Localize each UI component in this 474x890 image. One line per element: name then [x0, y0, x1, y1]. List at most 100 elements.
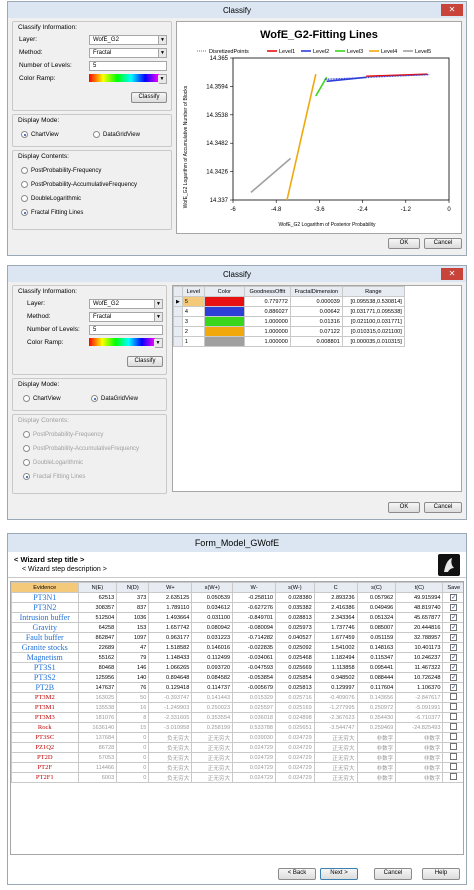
save-cell[interactable] [442, 742, 463, 753]
value-cell[interactable]: 0.025597 [232, 702, 277, 713]
value-cell[interactable]: 正无穷大 [191, 752, 234, 763]
grid-column-header[interactable]: GoodnessOffit [243, 286, 291, 297]
value-cell[interactable]: 负无穷大 [148, 762, 193, 773]
value-cell[interactable]: 非数字 [395, 742, 444, 753]
save-cell[interactable] [442, 772, 463, 783]
table-row[interactable]: 1 1.000000 0.008801 [0.000035,0.010315] [173, 336, 405, 347]
value-cell[interactable]: 0 [116, 732, 150, 743]
value-cell[interactable]: 0.024898 [275, 712, 315, 723]
table-row[interactable]: PT3SC 137684 0 负无穷大 正无穷大 0.039030 0.024729 正无穷大… [11, 732, 463, 743]
value-cell[interactable]: 0.028813 [275, 612, 315, 623]
layer-select[interactable]: WofE_G2 ▼ [89, 35, 167, 45]
value-cell[interactable]: 47 [116, 642, 150, 653]
table-row[interactable]: ▶ 5 0.779772 0.000039 [0.095538,0.530814] [173, 296, 405, 307]
evidence-cell[interactable]: PT3SC [11, 732, 79, 743]
color-cell[interactable] [203, 326, 245, 337]
table-row[interactable]: 3 1.000000 0.01316 [0.021100,0.031771] [173, 316, 405, 327]
column-header[interactable]: W+ [148, 582, 193, 593]
value-cell[interactable]: 50 [116, 692, 150, 703]
value-cell[interactable]: 1036 [116, 612, 150, 623]
evidence-cell[interactable]: Magnetism [11, 652, 79, 663]
column-header[interactable]: s(W+) [191, 582, 234, 593]
evidence-cell[interactable]: PZ1Q2 [11, 742, 79, 753]
value-cell[interactable]: 64258 [77, 622, 118, 633]
chevron-down-icon[interactable]: ▼ [154, 300, 162, 308]
table-row[interactable]: PT3N1 62513 373 2.635125 0.050539 -0.258110 0.… [11, 592, 463, 603]
value-cell[interactable]: 1.148433 [148, 652, 193, 663]
evidence-cell[interactable]: PT2F [11, 762, 79, 773]
value-cell[interactable]: 0.025651 [275, 722, 315, 733]
value-cell[interactable]: 80468 [77, 662, 118, 673]
column-header[interactable]: N(D) [116, 582, 150, 593]
save-cell[interactable] [442, 702, 463, 713]
column-header[interactable]: s(C) [356, 582, 397, 593]
table-row[interactable]: 4 0.886027 0.00642 [0.031771,0.095538] [173, 306, 405, 317]
table-row[interactable]: PT3S2 125956 140 0.894648 0.084582 -0.053854 0… [11, 672, 463, 683]
value-cell[interactable]: 0.354430 [356, 712, 397, 723]
value-cell[interactable]: 0.095441 [356, 662, 397, 673]
value-cell[interactable]: 正无穷大 [313, 732, 358, 743]
value-cell[interactable]: 0 [116, 742, 150, 753]
value-cell[interactable]: 181076 [77, 712, 118, 723]
value-cell[interactable]: 45.657877 [395, 612, 444, 623]
fractal-cell[interactable]: 0.008801 [289, 336, 343, 347]
value-cell[interactable]: 135538 [77, 702, 118, 713]
color-ramp-select[interactable] [89, 338, 155, 346]
value-cell[interactable]: 正无穷大 [191, 732, 234, 743]
table-row[interactable]: PZ1Q2 86728 0 负无穷大 正无穷大 0.024729 0.024729 正无穷大非… [11, 742, 463, 753]
fractal-cell[interactable]: 0.00642 [289, 306, 343, 317]
value-cell[interactable]: 0.031100 [191, 612, 234, 623]
close-button[interactable]: ✕ [441, 268, 463, 280]
value-cell[interactable]: 1.677459 [313, 632, 358, 643]
value-cell[interactable]: 0.088444 [356, 672, 397, 683]
evidence-cell[interactable]: PT3N1 [11, 592, 79, 603]
goodness-cell[interactable]: 0.779772 [243, 296, 291, 307]
close-button[interactable]: ✕ [441, 4, 463, 16]
classify-button[interactable]: Classify [131, 92, 167, 103]
save-checkbox[interactable]: ✓ [450, 614, 458, 621]
value-cell[interactable]: 非数字 [395, 732, 444, 743]
column-header[interactable]: Evidence [11, 582, 79, 593]
value-cell[interactable]: -0.627276 [232, 602, 277, 613]
value-cell[interactable]: 0 [116, 772, 150, 783]
table-row[interactable]: Rock 1636140 15 -3.010958 0.258199 0.533788 0.… [11, 722, 463, 733]
range-cell[interactable]: [0.031771,0.095538] [341, 306, 405, 317]
value-cell[interactable]: 非数字 [356, 752, 397, 763]
value-cell[interactable]: 正无穷大 [313, 742, 358, 753]
save-checkbox[interactable]: ✓ [450, 664, 458, 671]
value-cell[interactable]: 0.024729 [275, 742, 315, 753]
level-cell[interactable]: 4 [181, 306, 205, 317]
column-header[interactable]: W- [232, 582, 277, 593]
value-cell[interactable]: 147637 [77, 682, 118, 693]
value-cell[interactable]: 0.143656 [356, 692, 397, 703]
value-cell[interactable]: 0.894648 [148, 672, 193, 683]
table-row[interactable]: PT3M2 163025 50 -0.393747 0.141443 0.015329 0.… [11, 692, 463, 703]
value-cell[interactable]: -0.034061 [232, 652, 277, 663]
save-cell[interactable] [442, 752, 463, 763]
value-cell[interactable]: 0.025716 [275, 692, 315, 703]
goodness-cell[interactable]: 1.000000 [243, 316, 291, 327]
method-select[interactable]: Fractal ▼ [89, 312, 163, 322]
value-cell[interactable]: 0.051159 [356, 632, 397, 643]
layer-select[interactable]: WofE_G2 ▼ [89, 299, 163, 309]
back-button[interactable]: < Back [278, 868, 316, 880]
value-cell[interactable]: 0.024729 [232, 742, 277, 753]
save-checkbox[interactable]: ✓ [450, 654, 458, 661]
goodness-cell[interactable]: 0.886027 [243, 306, 291, 317]
range-cell[interactable]: [0.095538,0.530814] [341, 296, 405, 307]
value-cell[interactable]: 137684 [77, 732, 118, 743]
value-cell[interactable]: -2.331605 [148, 712, 193, 723]
value-cell[interactable]: 1097 [116, 632, 150, 643]
save-cell[interactable]: ✓ [442, 632, 463, 643]
evidence-cell[interactable]: Gravity [11, 622, 79, 633]
value-cell[interactable]: 0.025669 [275, 662, 315, 673]
value-cell[interactable]: 0.024729 [275, 732, 315, 743]
value-cell[interactable]: 1.106370 [395, 682, 444, 693]
datagridview-radio[interactable]: DataGridView [93, 131, 140, 138]
save-cell[interactable] [442, 712, 463, 723]
value-cell[interactable]: 0.129997 [313, 682, 358, 693]
value-cell[interactable]: 1.182494 [313, 652, 358, 663]
evidence-cell[interactable]: PT3M1 [11, 702, 79, 713]
save-checkbox[interactable]: ✓ [450, 684, 458, 691]
value-cell[interactable]: 正无穷大 [191, 742, 234, 753]
